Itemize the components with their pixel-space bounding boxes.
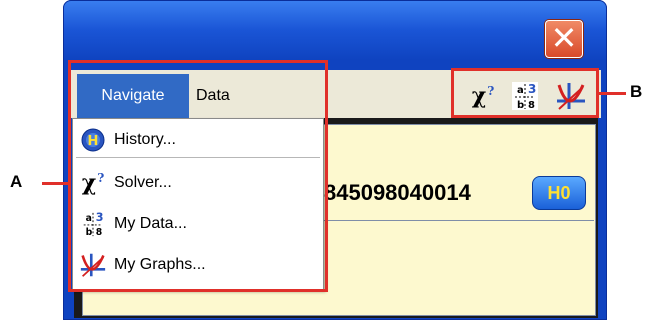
callout-a-box — [68, 60, 328, 292]
callout-a-leader — [42, 182, 70, 185]
result-value: 845098040014 — [324, 180, 471, 205]
callout-a-label: A — [10, 172, 23, 191]
h0-badge[interactable]: H0 — [532, 176, 586, 210]
callout-b-label: B — [630, 82, 643, 101]
callout-b-leader — [598, 92, 626, 95]
callout-b-box — [451, 68, 599, 118]
close-icon: ✕ — [550, 19, 578, 57]
close-button[interactable]: ✕ — [545, 20, 583, 58]
